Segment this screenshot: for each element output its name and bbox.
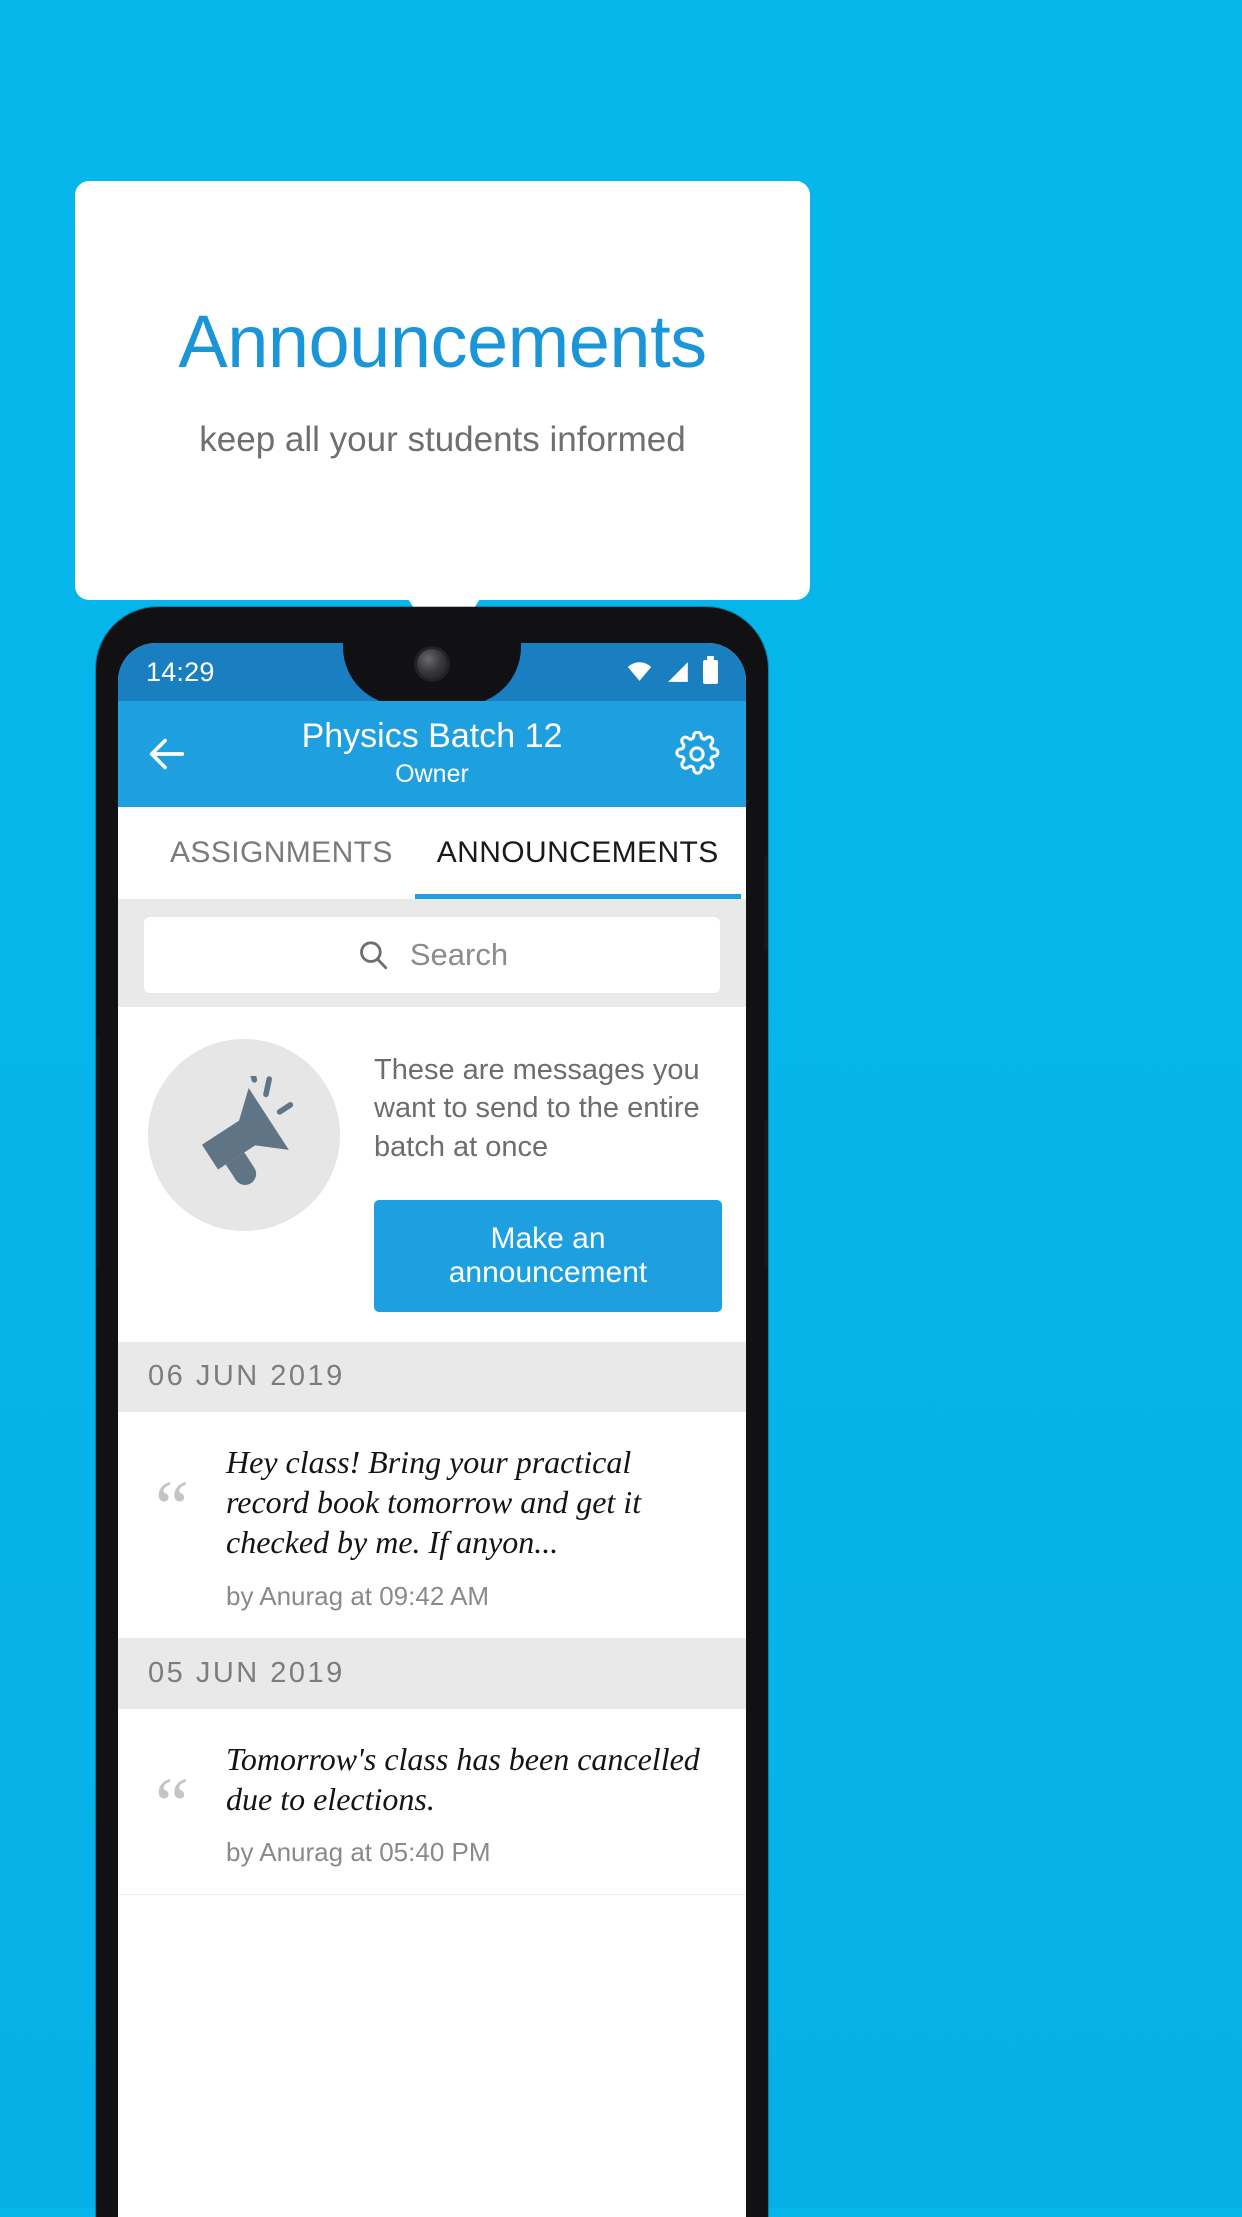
announcement-promo-section: These are messages you want to send to t… <box>118 1007 746 1342</box>
signal-icon <box>668 662 688 682</box>
gear-icon[interactable] <box>674 731 720 777</box>
megaphone-icon-container <box>148 1039 340 1231</box>
quote-icon: “ <box>155 1762 189 1847</box>
search-placeholder: Search <box>409 937 509 972</box>
status-icons <box>626 656 718 684</box>
promo-title: Announcements <box>178 299 707 383</box>
search-icon <box>359 941 388 970</box>
status-time: 14:29 <box>146 656 215 687</box>
page-title: Physics Batch 12 <box>301 717 563 756</box>
back-arrow-icon[interactable] <box>144 731 190 777</box>
tab-announcements[interactable]: ANNOUNCEMENTS <box>414 807 741 899</box>
phone-power-button <box>764 855 768 951</box>
announcement-byline: by Anurag at 05:40 PM <box>226 1837 491 1868</box>
quote-icon: “ <box>155 1465 189 1550</box>
phone-volume-button <box>764 1119 768 1267</box>
status-bar: 14:29 <box>118 643 746 705</box>
announcement-promo-description: These are messages you want to send to t… <box>374 1054 700 1163</box>
search-bar-container: Search <box>118 899 746 1007</box>
page-subtitle: Owner <box>395 760 469 789</box>
announcement-body: Tomorrow's class has been cancelled due … <box>226 1739 720 1869</box>
app-bar-titles: Physics Batch 12 Owner <box>118 717 746 791</box>
battery-icon <box>703 656 718 684</box>
phone-screen: 14:29 Physics Batch 12 Owner ASSIGNMENTS… <box>118 643 746 2217</box>
front-camera-icon <box>417 649 447 679</box>
promo-card: Announcements keep all your students inf… <box>75 181 810 600</box>
tab-tests[interactable]: TESTS <box>741 807 746 899</box>
date-header: 05 JUN 2019 <box>118 1638 746 1709</box>
promo-subtitle: keep all your students informed <box>199 420 686 460</box>
tab-assignments[interactable]: ASSIGNMENTS <box>148 807 415 899</box>
wifi-icon <box>627 662 652 681</box>
tab-bar: ASSIGNMENTS ANNOUNCEMENTS TESTS ‘ <box>118 807 746 899</box>
phone-side-button-left <box>96 1037 100 1269</box>
announcement-byline: by Anurag at 09:42 AM <box>226 1580 490 1611</box>
announcement-list-item[interactable]: “ Tomorrow's class has been cancelled du… <box>118 1708 746 1896</box>
phone-mockup: 14:29 Physics Batch 12 Owner ASSIGNMENTS… <box>96 607 768 2217</box>
announcement-text: Tomorrow's class has been cancelled due … <box>226 1740 700 1818</box>
megaphone-icon <box>201 1076 294 1185</box>
announcement-text: Hey class! Bring your practical record b… <box>226 1443 642 1561</box>
announcement-body: Hey class! Bring your practical record b… <box>226 1442 720 1612</box>
date-header: 06 JUN 2019 <box>118 1341 746 1412</box>
phone-notch <box>343 643 521 705</box>
announcement-promo-right: These are messages you want to send to t… <box>346 1035 722 1312</box>
announcement-list-item[interactable]: “ Hey class! Bring your practical record… <box>118 1411 746 1639</box>
make-announcement-button[interactable]: Make an announcement <box>374 1199 722 1312</box>
search-input[interactable]: Search <box>144 917 720 993</box>
app-bar: Physics Batch 12 Owner <box>118 701 746 807</box>
